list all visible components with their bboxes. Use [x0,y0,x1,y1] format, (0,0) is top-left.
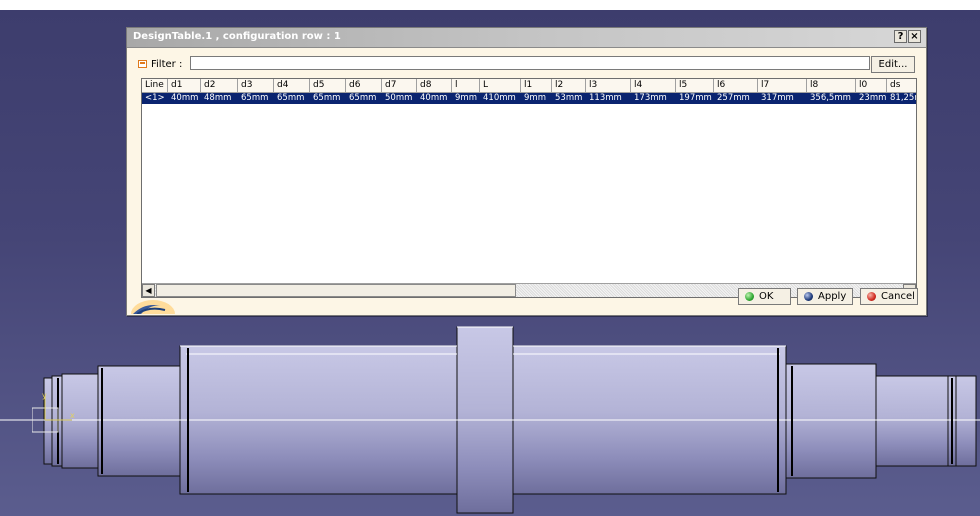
dialog-title: DesignTable.1 , configuration row : 1 [133,31,341,42]
table-cell: 81,25mm [890,93,916,103]
axis-x-label: x [70,411,75,420]
table-cell: 65mm [277,93,305,103]
table-cell: <1> [145,93,165,103]
column-header[interactable]: l4 [631,79,676,93]
table-cell: 9mm [455,93,477,103]
design-table-dialog: DesignTable.1 , configuration row : 1 ? … [126,27,927,316]
filter-label: Filter : [151,59,183,70]
filter-icon [138,60,147,68]
column-header[interactable]: ds [887,79,916,93]
edit-button[interactable]: Edit... [871,56,915,73]
column-header[interactable]: d2 [201,79,238,93]
column-header[interactable]: d8 [417,79,452,93]
axis-y-label: y [42,392,47,400]
table-cell: 9mm [524,93,546,103]
table-cell: 410mm [483,93,516,103]
column-header[interactable]: l2 [552,79,586,93]
column-header[interactable]: l6 [714,79,758,93]
column-header[interactable]: d4 [274,79,310,93]
apply-icon [804,292,813,301]
dialog-titlebar[interactable]: DesignTable.1 , configuration row : 1 ? … [127,28,926,48]
cancel-label: Cancel [881,291,915,302]
column-header[interactable]: L [480,79,521,93]
column-header[interactable]: d1 [168,79,201,93]
filter-input[interactable] [190,56,870,70]
column-header[interactable]: l5 [676,79,714,93]
table-cell: 317mm [761,93,794,103]
column-header[interactable]: d5 [310,79,346,93]
cancel-icon [867,292,876,301]
table-cell: 48mm [204,93,232,103]
table-cell: 173mm [634,93,667,103]
table-cell: 113mm [589,93,622,103]
table-cell: 356,5mm [810,93,851,103]
column-header[interactable]: d3 [238,79,274,93]
close-button[interactable]: × [908,30,921,43]
column-header[interactable]: l8 [807,79,856,93]
ok-label: OK [759,291,774,302]
apply-button[interactable]: Apply [797,288,853,305]
table-cell: 65mm [241,93,269,103]
column-header[interactable]: l7 [758,79,807,93]
apply-label: Apply [818,291,847,302]
ok-button[interactable]: OK [738,288,791,305]
table-cell: 53mm [555,93,583,103]
column-header[interactable]: l [452,79,480,93]
design-table[interactable]: Line d1 d2 d3 d4 d5 d6 d7 d8 l L l1 l2 l… [141,78,917,298]
cancel-button[interactable]: Cancel [860,288,918,305]
help-button[interactable]: ? [894,30,907,43]
table-row[interactable]: <1> 40mm 48mm 65mm 65mm 65mm 65mm 50mm 4… [142,93,916,104]
table-cell: 40mm [420,93,448,103]
table-cell: 40mm [171,93,199,103]
axis-triad-icon: y x [32,392,75,433]
table-cell: 50mm [385,93,413,103]
column-header[interactable]: Line [142,79,168,93]
table-cell: 65mm [313,93,341,103]
column-header[interactable]: d6 [346,79,382,93]
column-header[interactable]: d7 [382,79,417,93]
table-cell: 65mm [349,93,377,103]
table-cell: 197mm [679,93,712,103]
column-header[interactable]: l3 [586,79,631,93]
table-cell: 257mm [717,93,750,103]
column-header[interactable]: l0 [856,79,887,93]
column-header[interactable]: l1 [521,79,552,93]
table-header: Line d1 d2 d3 d4 d5 d6 d7 d8 l L l1 l2 l… [142,79,916,93]
scrollbar-thumb[interactable] [156,284,516,297]
catia-logo [131,300,175,314]
table-cell: 23mm [859,93,887,103]
ok-icon [745,292,754,301]
